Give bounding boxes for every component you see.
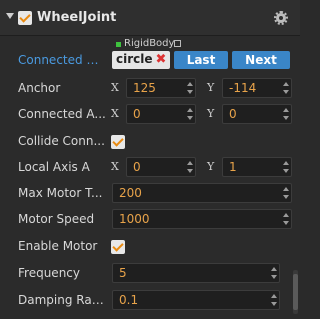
damping-ratio-row: Damping Ratio 0.1 bbox=[0, 288, 300, 314]
enable-motor-checkbox[interactable] bbox=[111, 240, 125, 254]
connected-anchor-row: Connected A... X 0 Y 0 bbox=[0, 102, 300, 128]
enable-motor-row: Enable Motor bbox=[0, 234, 300, 260]
component-type-icon bbox=[116, 42, 121, 47]
connected-anchor-x-spinner[interactable] bbox=[185, 105, 195, 123]
damping-ratio-input[interactable]: 0.1 bbox=[112, 290, 280, 310]
frequency-label: Frequency bbox=[18, 266, 80, 280]
motor-speed-row: Motor Speed 1000 bbox=[0, 207, 300, 233]
local-axis-y-value: 1 bbox=[229, 160, 237, 174]
connected-body-node-name: circle bbox=[116, 52, 153, 66]
connected-anchor-y-value: 0 bbox=[229, 107, 237, 121]
local-axis-row: Local Axis A X 0 Y 1 bbox=[0, 155, 300, 181]
collide-connected-checkbox[interactable] bbox=[111, 135, 125, 149]
anchor-y-input[interactable]: -114 bbox=[222, 78, 292, 98]
component-title: WheelJoint bbox=[37, 10, 117, 25]
connected-anchor-y-spinner[interactable] bbox=[281, 105, 291, 123]
connected-anchor-x-input[interactable]: 0 bbox=[126, 104, 196, 124]
connected-anchor-x-axis-label: X bbox=[111, 107, 119, 120]
max-motor-torque-row: Max Motor T... 200 bbox=[0, 181, 300, 207]
frequency-row: Frequency 5 bbox=[0, 261, 300, 287]
component-header[interactable]: WheelJoint bbox=[0, 0, 300, 36]
anchor-y-axis-label: Y bbox=[207, 81, 215, 94]
anchor-y-value: -114 bbox=[229, 81, 257, 95]
open-external-icon[interactable] bbox=[174, 40, 181, 47]
local-axis-y-input[interactable]: 1 bbox=[222, 157, 292, 177]
local-axis-x-value: 0 bbox=[133, 160, 141, 174]
damping-ratio-spinner[interactable] bbox=[269, 291, 279, 309]
enable-motor-label: Enable Motor bbox=[18, 239, 98, 253]
clear-icon[interactable]: ✖ bbox=[154, 51, 168, 69]
local-axis-x-input[interactable]: 0 bbox=[126, 157, 196, 177]
anchor-y-spinner[interactable] bbox=[281, 79, 291, 97]
max-motor-torque-label: Max Motor T... bbox=[18, 186, 103, 200]
collide-connected-row: Collide Conn... bbox=[0, 129, 300, 155]
connected-body-field[interactable]: circle ✖ bbox=[112, 51, 170, 69]
anchor-label: Anchor bbox=[18, 81, 61, 95]
connected-body-label: Connected B... bbox=[18, 53, 106, 67]
local-axis-label: Local Axis A bbox=[18, 160, 90, 174]
anchor-row: Anchor X 125 Y -114 bbox=[0, 76, 300, 102]
anchor-x-input[interactable]: 125 bbox=[126, 78, 196, 98]
connected-anchor-y-axis-label: Y bbox=[207, 107, 215, 120]
component-enabled-checkbox[interactable] bbox=[18, 11, 32, 25]
anchor-x-axis-label: X bbox=[111, 81, 119, 94]
local-axis-y-axis-label: Y bbox=[207, 160, 215, 173]
next-button[interactable]: Next bbox=[232, 51, 290, 69]
local-axis-y-spinner[interactable] bbox=[281, 158, 291, 176]
scrollbar-thumb[interactable] bbox=[293, 274, 298, 310]
collapse-arrow-icon[interactable] bbox=[6, 13, 14, 19]
frequency-value: 5 bbox=[119, 266, 127, 280]
max-motor-torque-input[interactable]: 200 bbox=[112, 183, 292, 203]
damping-ratio-label: Damping Ratio bbox=[18, 293, 106, 307]
gear-icon[interactable] bbox=[274, 11, 288, 25]
motor-speed-value: 1000 bbox=[119, 212, 150, 226]
component-type-label: RigidBody bbox=[124, 38, 175, 49]
anchor-x-spinner[interactable] bbox=[185, 79, 195, 97]
motor-speed-label: Motor Speed bbox=[18, 212, 95, 226]
max-motor-torque-value: 200 bbox=[119, 186, 142, 200]
connected-anchor-label: Connected A... bbox=[18, 107, 106, 121]
last-button[interactable]: Last bbox=[174, 51, 228, 69]
local-axis-x-axis-label: X bbox=[111, 160, 119, 173]
anchor-x-value: 125 bbox=[133, 81, 156, 95]
motor-speed-spinner[interactable] bbox=[281, 210, 291, 228]
wheeljoint-component-panel: WheelJoint Connected B... RigidBody circ… bbox=[0, 0, 300, 319]
rigidbody-type-tag: RigidBody bbox=[112, 38, 181, 51]
motor-speed-input[interactable]: 1000 bbox=[112, 209, 292, 229]
connected-anchor-y-input[interactable]: 0 bbox=[222, 104, 292, 124]
collide-connected-label: Collide Conn... bbox=[18, 134, 105, 148]
frequency-spinner[interactable] bbox=[269, 264, 279, 282]
local-axis-x-spinner[interactable] bbox=[185, 158, 195, 176]
frequency-input[interactable]: 5 bbox=[112, 263, 280, 283]
damping-ratio-value: 0.1 bbox=[119, 293, 139, 307]
connected-anchor-x-value: 0 bbox=[133, 107, 141, 121]
max-motor-torque-spinner[interactable] bbox=[281, 184, 291, 202]
